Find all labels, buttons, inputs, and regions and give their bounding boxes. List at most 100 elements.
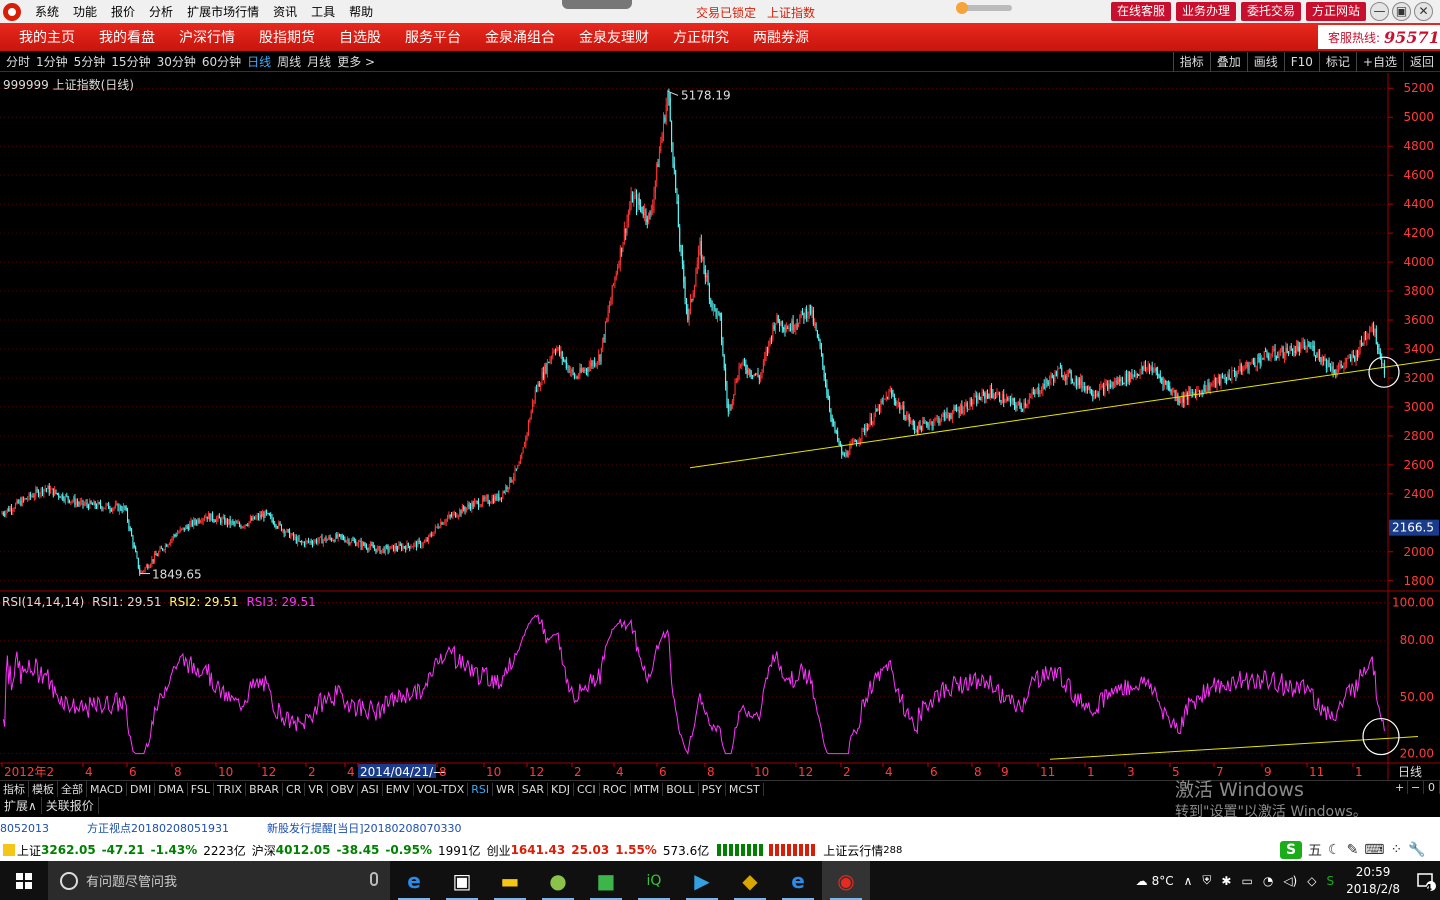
- ime-grid-icon[interactable]: ⁘: [1391, 842, 1403, 858]
- ime-pen-icon[interactable]: ✎: [1347, 842, 1359, 858]
- maximize-button[interactable]: ▣: [1392, 2, 1411, 21]
- business-button[interactable]: 业务办理: [1176, 2, 1237, 21]
- kline-chart-svg[interactable]: 5200 5000 4800 4600 4400 4200 4000 3800 3600 3400…: [0, 73, 1440, 780]
- collapse-handle[interactable]: [562, 0, 632, 9]
- tray-expand-icon[interactable]: ∧: [1184, 874, 1193, 888]
- iqiyi-icon[interactable]: iQ: [630, 861, 678, 900]
- indicator-tab-fsl[interactable]: FSL: [188, 782, 214, 796]
- period-30min[interactable]: 30分钟: [157, 53, 196, 70]
- indicator-tab-sar[interactable]: SAR: [519, 782, 549, 796]
- indicator-tab-dmi[interactable]: DMI: [127, 782, 156, 796]
- wifi-icon[interactable]: ◔: [1263, 874, 1273, 888]
- indicator-tab-psy[interactable]: PSY: [699, 782, 726, 796]
- menu-news[interactable]: 资讯: [273, 3, 297, 20]
- ticker-item[interactable]: 8052013: [0, 822, 49, 835]
- weather-temp[interactable]: 8°C: [1152, 874, 1174, 888]
- microphone-icon[interactable]: [370, 872, 378, 886]
- remove-indicator-button[interactable]: −: [1408, 781, 1424, 794]
- tool-indicator[interactable]: 指标: [1172, 52, 1210, 72]
- period-15min[interactable]: 15分钟: [111, 53, 150, 70]
- weather-icon[interactable]: ☁: [1136, 874, 1148, 888]
- indicator-tab-mtm[interactable]: MTM: [631, 782, 664, 796]
- ticker-item[interactable]: 方正视点20180208051931: [87, 820, 229, 836]
- indicator-tab-emv[interactable]: EMV: [383, 782, 414, 796]
- trade-lock-status[interactable]: 交易已锁定: [696, 4, 756, 21]
- video-player-icon[interactable]: ▶: [678, 861, 726, 900]
- close-button[interactable]: ✕: [1414, 2, 1433, 21]
- period-intraday[interactable]: 分时: [6, 53, 30, 70]
- nav-my-watch[interactable]: 我的看盘: [99, 27, 155, 47]
- windows-start-icon[interactable]: [0, 861, 48, 900]
- nav-my-home[interactable]: 我的主页: [19, 27, 75, 47]
- nav-research[interactable]: 方正研究: [673, 27, 729, 47]
- cy-label[interactable]: 创业: [487, 842, 511, 859]
- indicator-tab-brar[interactable]: BRAR: [246, 782, 284, 796]
- sh-label[interactable]: 上证: [17, 842, 41, 859]
- volume-icon[interactable]: ◁): [1283, 874, 1297, 888]
- nav-hs-market[interactable]: 沪深行情: [179, 27, 235, 47]
- indicator-tab-cci[interactable]: CCI: [574, 782, 600, 796]
- indicator-tab-cr[interactable]: CR: [283, 782, 306, 796]
- indicator-tab-指标[interactable]: 指标: [0, 781, 29, 797]
- online-service-button[interactable]: 在线客服: [1111, 2, 1172, 21]
- indicator-tab-wr[interactable]: WR: [493, 782, 519, 796]
- indicator-tab-mcst[interactable]: MCST: [726, 782, 764, 796]
- security-icon[interactable]: ⛨: [1202, 873, 1211, 888]
- tool-mark[interactable]: 标记: [1318, 52, 1356, 72]
- add-indicator-button[interactable]: +: [1392, 781, 1408, 794]
- menu-quote[interactable]: 报价: [111, 3, 135, 20]
- indicator-tab-boll[interactable]: BOLL: [663, 782, 699, 796]
- nav-wealth[interactable]: 金泉友理财: [579, 27, 649, 47]
- ime-wrench-icon[interactable]: 🔧: [1408, 842, 1425, 858]
- indicator-tab-macd[interactable]: MACD: [87, 782, 127, 796]
- nav-portfolio[interactable]: 金泉涌组合: [485, 27, 555, 47]
- ie-icon[interactable]: e: [774, 861, 822, 900]
- ime-keyboard-icon[interactable]: ⌨: [1364, 842, 1384, 858]
- cloud-quote-label[interactable]: 上证云行情: [823, 842, 883, 859]
- file-explorer-icon[interactable]: ▬: [486, 861, 534, 900]
- founder-app-icon[interactable]: ◉: [822, 861, 870, 900]
- ime-tray-icon[interactable]: ◇: [1307, 874, 1316, 888]
- cortana-search-box[interactable]: 有问题尽管问我: [48, 861, 390, 900]
- website-button[interactable]: 方正网站: [1306, 2, 1367, 21]
- menu-function[interactable]: 功能: [73, 3, 97, 20]
- green-app-icon[interactable]: ■: [582, 861, 630, 900]
- sogou-ime-icon[interactable]: S: [1280, 841, 1302, 859]
- indicator-tab-模板[interactable]: 模板: [29, 781, 58, 797]
- notification-icon[interactable]: 4: [1412, 861, 1440, 900]
- store-icon[interactable]: ▣: [438, 861, 486, 900]
- indicator-tab-asi[interactable]: ASI: [358, 782, 383, 796]
- period-weekly[interactable]: 周线: [277, 53, 301, 70]
- network-app-icon[interactable]: ◆: [726, 861, 774, 900]
- tool-back[interactable]: 返回: [1402, 52, 1440, 72]
- hs-label[interactable]: 沪深: [252, 842, 276, 859]
- menu-help[interactable]: 帮助: [349, 3, 373, 20]
- nav-margin[interactable]: 两融券源: [753, 27, 809, 47]
- period-daily[interactable]: 日线: [247, 53, 271, 70]
- period-5min[interactable]: 5分钟: [74, 53, 106, 70]
- indicator-tab-dma[interactable]: DMA: [155, 782, 188, 796]
- tool-add-watch[interactable]: +自选: [1355, 52, 1403, 72]
- menu-analysis[interactable]: 分析: [149, 3, 173, 20]
- indicator-tab-obv[interactable]: OBV: [328, 782, 358, 796]
- reset-indicator-button[interactable]: 0: [1424, 781, 1440, 794]
- ime-moon-icon[interactable]: ☾: [1328, 842, 1341, 858]
- tool-overlay[interactable]: 叠加: [1209, 52, 1247, 72]
- clock[interactable]: 20:59 2018/2/8: [1346, 864, 1400, 898]
- indicator-tab-roc[interactable]: ROC: [600, 782, 631, 796]
- volume-slider[interactable]: [956, 2, 1012, 14]
- period-monthly[interactable]: 月线: [307, 53, 331, 70]
- battery-icon[interactable]: ▭: [1241, 874, 1252, 888]
- related-quote-tab[interactable]: 关联报价: [42, 797, 99, 814]
- indicator-tab-全部[interactable]: 全部: [58, 781, 87, 797]
- menu-tools[interactable]: 工具: [311, 3, 335, 20]
- minimize-button[interactable]: —: [1370, 2, 1389, 21]
- menu-ext-market[interactable]: 扩展市场行情: [187, 3, 259, 20]
- indicator-tab-rsi[interactable]: RSI: [468, 782, 494, 796]
- indicator-tab-trix[interactable]: TRIX: [214, 782, 247, 796]
- nav-watchlist[interactable]: 自选股: [339, 27, 381, 47]
- trade-button[interactable]: 委托交易: [1241, 2, 1302, 21]
- ime-mode-wubi[interactable]: 五: [1308, 840, 1322, 860]
- tool-f10[interactable]: F10: [1283, 52, 1319, 72]
- ext-expand-tab[interactable]: 扩展∧: [0, 797, 42, 814]
